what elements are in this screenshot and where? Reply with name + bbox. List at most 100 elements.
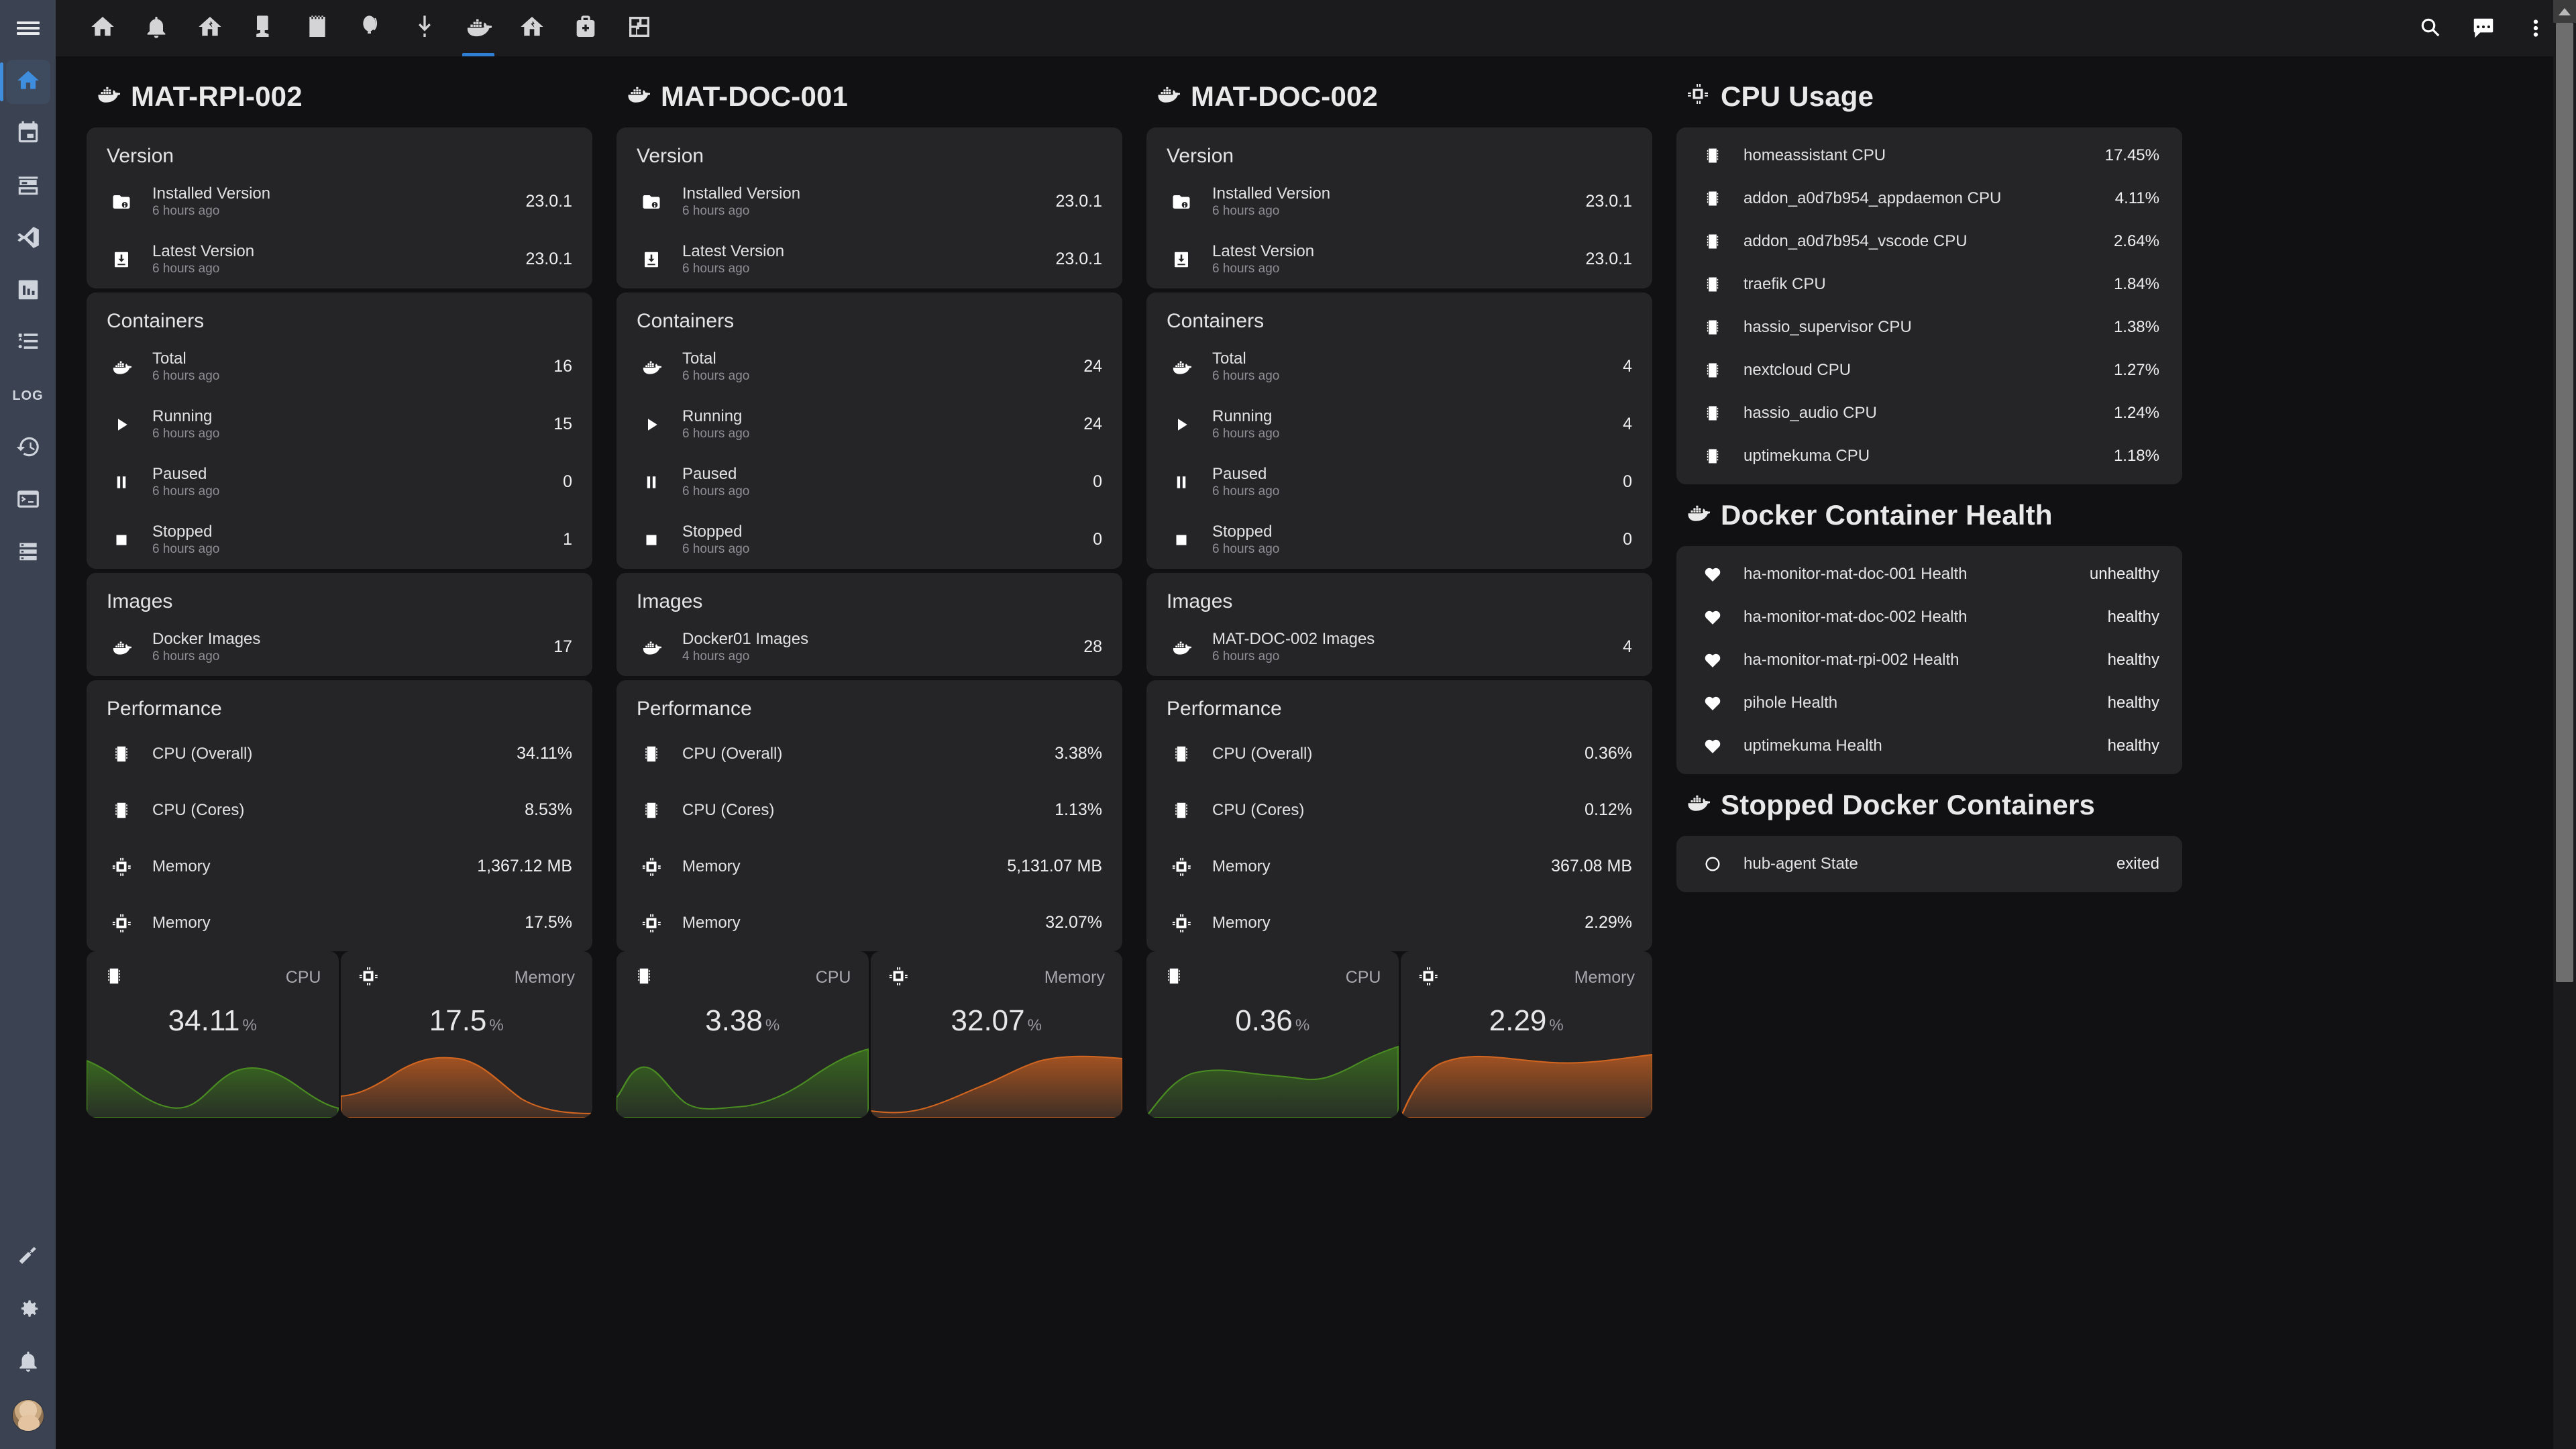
list-item[interactable]: hub-agent State exited	[1676, 843, 2182, 885]
table-row[interactable]: MAT-DOC-002 Images 6 hours ago 4	[1146, 619, 1652, 676]
list-item[interactable]: uptimekuma CPU 1.18%	[1676, 435, 2182, 478]
table-row[interactable]: CPU (Overall) 3.38%	[616, 726, 1122, 782]
tab-home[interactable]	[76, 0, 129, 56]
row-timestamp: 6 hours ago	[1212, 204, 1280, 219]
sidebar-item-developer-tools[interactable]	[6, 1236, 50, 1280]
row-label: Installed Version	[1212, 184, 1331, 203]
table-row[interactable]: Memory 2.29%	[1146, 895, 1652, 951]
table-row[interactable]: Paused 6 hours ago 0	[616, 453, 1122, 511]
tab-devices[interactable]	[237, 0, 290, 56]
sidebar-item-vscode[interactable]	[6, 217, 50, 261]
table-row[interactable]: Docker01 Images 4 hours ago 28	[616, 619, 1122, 676]
table-row[interactable]: Total 6 hours ago 4	[1146, 338, 1652, 396]
list-item[interactable]: nextcloud CPU 1.27%	[1676, 349, 2182, 392]
memory-gauge-card[interactable]: Memory 17.5%	[340, 951, 592, 1118]
list-item[interactable]: uptimekuma Health healthy	[1676, 724, 2182, 767]
tab-docker[interactable]	[451, 0, 505, 56]
stopped-containers-card: hub-agent State exited	[1676, 836, 2182, 892]
card-heading: Version	[1167, 145, 1234, 167]
cpu-gauge-card[interactable]: CPU 0.36%	[1146, 951, 1399, 1118]
table-row[interactable]: Total 6 hours ago 16	[87, 338, 592, 396]
table-row[interactable]: Latest Version 6 hours ago 23.0.1	[87, 231, 592, 288]
table-row[interactable]: Docker Images 6 hours ago 17	[87, 619, 592, 676]
list-item[interactable]: hassio_audio CPU 1.24%	[1676, 392, 2182, 435]
table-row[interactable]: Running 6 hours ago 15	[87, 396, 592, 453]
table-row[interactable]: Memory 5,131.07 MB	[616, 839, 1122, 895]
sidebar-item-log[interactable]: LOG	[6, 374, 50, 418]
list-item[interactable]: homeassistant CPU 17.45%	[1676, 134, 2182, 177]
tab-health[interactable]	[559, 0, 612, 56]
table-row[interactable]: Memory 367.08 MB	[1146, 839, 1652, 895]
table-row[interactable]: Memory 17.5%	[87, 895, 592, 951]
table-row[interactable]: Installed Version 6 hours ago 23.0.1	[1146, 173, 1652, 231]
table-row[interactable]: Stopped 6 hours ago 0	[616, 511, 1122, 569]
vertical-scrollbar[interactable]	[2553, 0, 2576, 1449]
heart-pulse-icon	[1699, 565, 1726, 584]
scroll-up-arrow-icon[interactable]	[2553, 0, 2576, 23]
list-item[interactable]: ha-monitor-mat-doc-002 Health healthy	[1676, 596, 2182, 639]
list-item[interactable]: traefik CPU 1.84%	[1676, 263, 2182, 306]
table-row[interactable]: Installed Version 6 hours ago 23.0.1	[616, 173, 1122, 231]
row-timestamp: 6 hours ago	[152, 484, 220, 499]
row-value: 0.36%	[1585, 744, 1632, 763]
tab-alerts[interactable]	[129, 0, 183, 56]
table-row[interactable]: Total 6 hours ago 24	[616, 338, 1122, 396]
memory-gauge-card[interactable]: Memory 32.07%	[870, 951, 1122, 1118]
sidebar-item-history[interactable]	[6, 426, 50, 470]
dots-vertical-icon[interactable]	[2520, 12, 2552, 44]
table-row[interactable]: Stopped 6 hours ago 0	[1146, 511, 1652, 569]
cpu-gauge-card[interactable]: CPU 3.38%	[616, 951, 869, 1118]
row-value: 17.45%	[2104, 146, 2159, 164]
row-label: Total	[1212, 349, 1246, 368]
menu-icon[interactable]	[0, 0, 56, 56]
assist-chat-icon[interactable]	[2467, 12, 2500, 44]
tab-weather[interactable]	[344, 0, 398, 56]
list-item[interactable]: ha-monitor-mat-doc-001 Health unhealthy	[1676, 553, 2182, 596]
status-badge: healthy	[2107, 737, 2159, 755]
list-item[interactable]: ha-monitor-mat-rpi-002 Health healthy	[1676, 639, 2182, 682]
scrollbar-thumb[interactable]	[2556, 23, 2573, 982]
list-item[interactable]: hassio_supervisor CPU 1.38%	[1676, 306, 2182, 349]
table-row[interactable]: Latest Version 6 hours ago 23.0.1	[1146, 231, 1652, 288]
sidebar-item-terminal[interactable]	[6, 478, 50, 523]
tab-downloads[interactable]	[398, 0, 451, 56]
sidebar-item-notifications[interactable]	[6, 1340, 50, 1385]
table-row[interactable]: CPU (Cores) 8.53%	[87, 782, 592, 839]
row-value: 367.08 MB	[1551, 857, 1632, 876]
memory-chip-icon	[1699, 146, 1726, 165]
sidebar-item-calendar[interactable]	[6, 112, 50, 156]
table-row[interactable]: Latest Version 6 hours ago 23.0.1	[616, 231, 1122, 288]
memory-gauge-card[interactable]: Memory 2.29%	[1400, 951, 1652, 1118]
table-row[interactable]: CPU (Overall) 0.36%	[1146, 726, 1652, 782]
sidebar-item-logbook[interactable]	[6, 321, 50, 366]
list-item[interactable]: pihole Health healthy	[1676, 682, 2182, 724]
sidebar-item-server[interactable]	[6, 531, 50, 575]
list-item[interactable]: addon_a0d7b954_vscode CPU 2.64%	[1676, 220, 2182, 263]
table-row[interactable]: Running 6 hours ago 24	[616, 396, 1122, 453]
row-value: 2.29%	[1585, 913, 1632, 932]
table-row[interactable]: Stopped 6 hours ago 1	[87, 511, 592, 569]
table-row[interactable]: Memory 1,367.12 MB	[87, 839, 592, 895]
sidebar-item-settings[interactable]	[6, 1288, 50, 1332]
avatar[interactable]	[11, 1399, 44, 1432]
cpu-gauge-card[interactable]: CPU 34.11%	[87, 951, 339, 1118]
tab-energy[interactable]	[505, 0, 559, 56]
table-row[interactable]: Paused 6 hours ago 0	[87, 453, 592, 511]
sidebar-item-home[interactable]	[0, 60, 50, 104]
sidebar-item-grafana[interactable]	[6, 269, 50, 313]
table-row[interactable]: CPU (Overall) 34.11%	[87, 726, 592, 782]
list-item[interactable]: addon_a0d7b954_appdaemon CPU 4.11%	[1676, 177, 2182, 220]
tab-floorplan[interactable]	[612, 0, 666, 56]
sidebar-item-hacs[interactable]	[6, 164, 50, 209]
table-row[interactable]: CPU (Cores) 1.13%	[616, 782, 1122, 839]
table-row[interactable]: Installed Version 6 hours ago 23.0.1	[87, 173, 592, 231]
cpu-chip-icon	[1418, 966, 1438, 989]
table-row[interactable]: Paused 6 hours ago 0	[1146, 453, 1652, 511]
search-icon[interactable]	[2415, 12, 2447, 44]
play-icon	[107, 415, 136, 435]
table-row[interactable]: CPU (Cores) 0.12%	[1146, 782, 1652, 839]
tab-notes[interactable]	[290, 0, 344, 56]
tab-network[interactable]	[183, 0, 237, 56]
table-row[interactable]: Running 6 hours ago 4	[1146, 396, 1652, 453]
table-row[interactable]: Memory 32.07%	[616, 895, 1122, 951]
